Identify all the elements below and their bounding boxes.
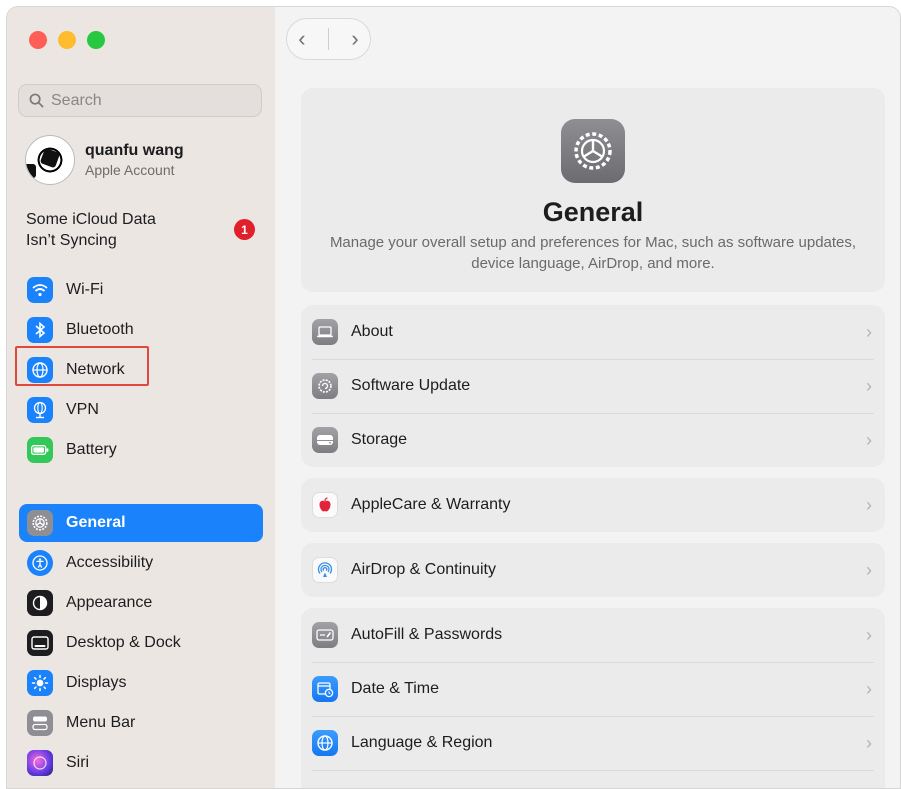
sun-icon [27,670,53,696]
zoom-button[interactable] [87,31,105,49]
sidebar-item-siri[interactable]: Siri [19,744,263,782]
sidebar-item-label: Displays [66,674,127,691]
sidebar-item-label: Wi-Fi [66,281,104,298]
search-icon [29,93,44,108]
sidebar-item-label: Appearance [66,594,153,611]
sidebar-item-label: Battery [66,441,117,458]
sidebar-item-label: Bluetooth [66,321,134,338]
row-date-time[interactable]: Date & Time › [301,662,885,716]
sidebar-item-desktop-dock[interactable]: Desktop & Dock [19,624,263,662]
accessibility-icon [27,550,53,576]
settings-group: AppleCare & Warranty › [301,478,885,532]
settings-group: AutoFill & Passwords › Date & Time › Lan… [301,608,885,788]
chevron-right-icon: › [866,732,872,753]
icloud-alert-line1: Some iCloud Data [26,211,156,228]
sidebar-item-general[interactable]: General [19,504,263,542]
row-label: About [351,323,393,340]
row-about[interactable]: About › [301,305,885,359]
chevron-right-icon: › [866,678,872,699]
search-placeholder: Search [51,91,102,109]
network-highlight-box [15,346,149,386]
sidebar-item-battery[interactable]: Battery [19,431,263,469]
row-next-partial[interactable] [301,770,885,788]
apple-icon [312,492,338,518]
row-label: AutoFill & Passwords [351,626,503,643]
sidebar-item-menu-bar[interactable]: Menu Bar [19,704,263,742]
minimize-button[interactable] [58,31,76,49]
settings-group: About › Software Update › Storage › [301,305,885,467]
laptop-icon [312,319,338,345]
row-airdrop-continuity[interactable]: AirDrop & Continuity › [301,543,885,597]
bluetooth-icon [27,317,53,343]
chevron-right-icon: › [866,559,872,580]
chevron-right-icon: › [866,321,872,342]
row-storage[interactable]: Storage › [301,413,885,467]
gear-icon [561,119,625,183]
close-button[interactable] [29,31,47,49]
avatar [25,135,75,185]
row-applecare-warranty[interactable]: AppleCare & Warranty › [301,478,885,532]
row-label: Software Update [351,377,471,394]
menubar-icon [27,710,53,736]
sidebar-item-label: Siri [66,754,90,771]
sidebar-item-label: Menu Bar [66,714,136,731]
row-label: AppleCare & Warranty [351,496,511,513]
window-controls [29,31,105,49]
sidebar-item-displays[interactable]: Displays [19,664,263,702]
chevron-right-icon: › [866,624,872,645]
autofill-icon [312,622,338,648]
airdrop-icon [312,557,338,583]
sidebar-item-label: Desktop & Dock [66,634,181,651]
row-label: Date & Time [351,680,440,697]
divider [327,28,329,50]
row-label: Language & Region [351,734,493,751]
icloud-alert[interactable]: Some iCloud Data Isn’t Syncing [26,209,196,251]
page-description: Manage your overall setup and preference… [329,234,857,272]
row-language-region[interactable]: Language & Region › [301,716,885,770]
general-header-card: General Manage your overall setup and pr… [301,88,885,292]
sidebar-item-label: VPN [66,401,99,418]
page-title: General [542,197,644,227]
calendar-clock-icon [312,676,338,702]
row-autofill-passwords[interactable]: AutoFill & Passwords › [301,608,885,662]
disk-icon [312,427,338,453]
search-field[interactable]: Search [18,84,262,117]
chevron-right-icon: › [866,429,872,450]
row-label: Storage [351,431,408,448]
icloud-alert-line2: Isn’t Syncing [26,232,117,249]
vpn-globe-icon [27,397,53,423]
sidebar-item-label: General [66,514,126,531]
sidebar-item-appearance[interactable]: Appearance [19,584,263,622]
battery-icon [27,437,53,463]
main-content: ‹ › General Manage your overall setup an… [275,7,900,788]
sidebar-item-accessibility[interactable]: Accessibility [19,544,263,582]
appearance-icon [27,590,53,616]
back-chevron-icon[interactable]: ‹ [298,26,305,52]
gear-icon [27,510,53,536]
chevron-right-icon: › [866,375,872,396]
account-name: quanfu wang [85,142,184,159]
row-label: AirDrop & Continuity [351,561,496,578]
forward-chevron-icon[interactable]: › [351,26,358,52]
dock-icon [27,630,53,656]
notification-badge: 1 [234,219,255,240]
apple-account[interactable]: quanfu wang Apple Account [25,135,184,185]
row-software-update[interactable]: Software Update › [301,359,885,413]
sidebar: Search quanfu wang Apple Account Some iC… [7,7,276,788]
navigation-buttons: ‹ › [286,18,371,60]
wifi-icon [27,277,53,303]
update-gear-icon [312,373,338,399]
account-subtitle: Apple Account [85,162,175,178]
globe-icon [312,730,338,756]
sidebar-item-bluetooth[interactable]: Bluetooth [19,311,263,349]
sidebar-item-wifi[interactable]: Wi-Fi [19,271,263,309]
sidebar-item-vpn[interactable]: VPN [19,391,263,429]
settings-group: AirDrop & Continuity › [301,543,885,597]
system-settings-window: Search quanfu wang Apple Account Some iC… [6,6,901,789]
sidebar-item-label: Accessibility [66,554,154,571]
siri-icon [27,750,53,776]
chevron-right-icon: › [866,494,872,515]
